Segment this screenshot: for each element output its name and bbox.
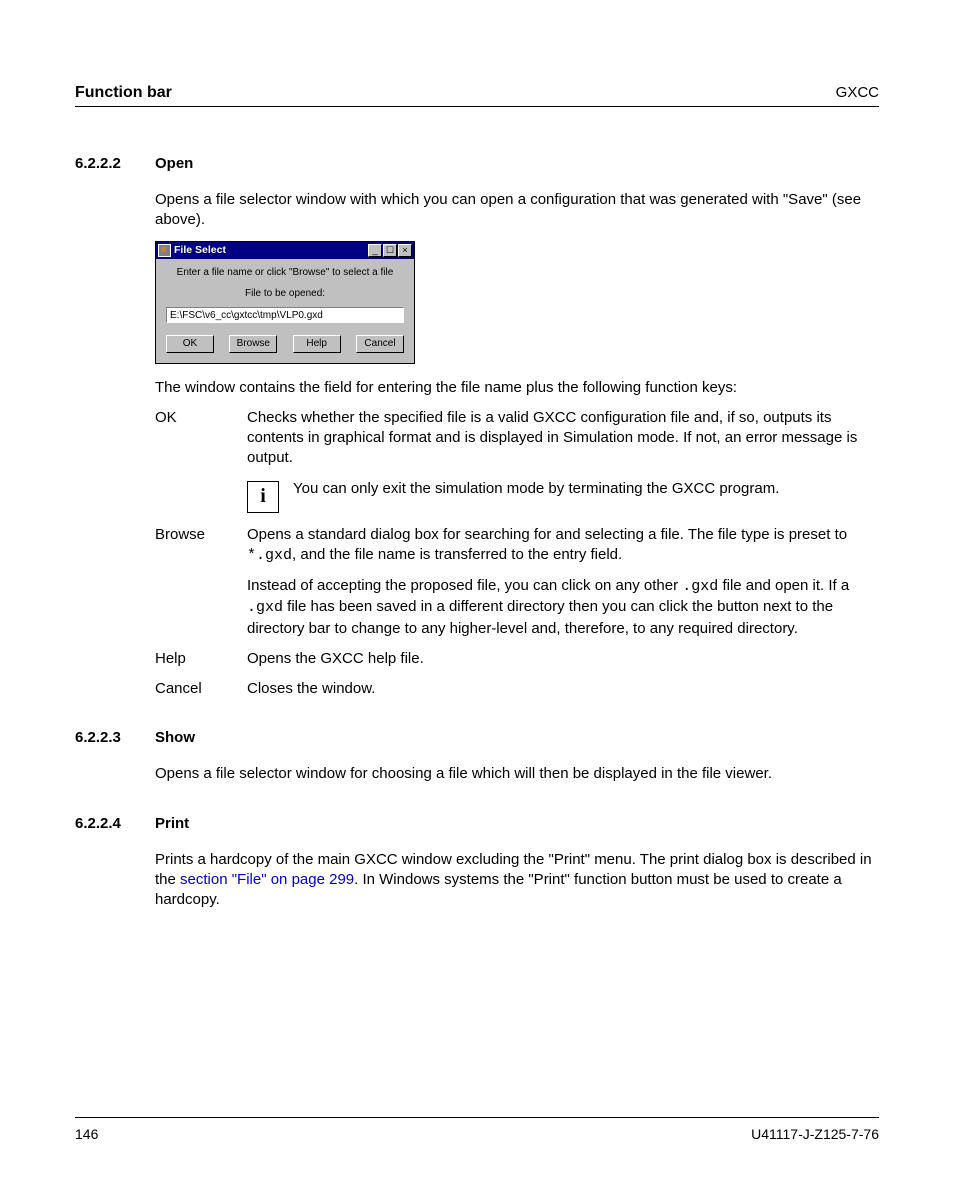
dialog-instruction: Enter a file name or click "Browse" to s… [166, 267, 404, 278]
section-number: 6.2.2.2 [75, 155, 155, 172]
browse-button[interactable]: Browse [229, 335, 277, 353]
dialog-title-icon [158, 244, 171, 257]
dialog-field-label: File to be opened: [166, 288, 404, 299]
after-figure-para: The window contains the field for enteri… [155, 378, 879, 398]
info-note: i You can only exit the simulation mode … [247, 479, 879, 513]
section-title: Show [155, 729, 195, 746]
definition-term: Cancel [155, 679, 247, 699]
code-text: .gxd [682, 578, 718, 595]
section-show: 6.2.2.3 Show Opens a file selector windo… [75, 729, 879, 784]
code-text: .gxd [247, 599, 283, 616]
header-right: GXCC [836, 84, 879, 101]
page-footer: 146 U41117-J-Z125-7-76 [75, 1117, 879, 1142]
maximize-button[interactable]: ☐ [383, 244, 397, 257]
section-open: 6.2.2.2 Open Opens a file selector windo… [75, 155, 879, 699]
text-run: , and the file name is transferred to th… [292, 546, 622, 563]
file-path-input[interactable]: E:\FSC\v6_cc\gxtcc\tmp\VLP0.gxd [166, 307, 404, 323]
section-body: Prints a hardcopy of the main GXCC windo… [155, 850, 879, 911]
ok-button[interactable]: OK [166, 335, 214, 353]
section-intro: Opens a file selector window with which … [155, 190, 879, 231]
text-run: Opens a standard dialog box for searchin… [247, 526, 847, 543]
code-text: *.gxd [247, 547, 292, 564]
definition-body: Closes the window. [247, 679, 879, 699]
definition-body-para2: Instead of accepting the proposed file, … [247, 576, 879, 639]
definition-browse: Browse Opens a standard dialog box for s… [155, 525, 879, 567]
close-button[interactable]: × [398, 244, 412, 257]
dialog-titlebar: File Select _ ☐ × [156, 242, 414, 259]
info-text: You can only exit the simulation mode by… [293, 479, 779, 513]
section-body: Opens a file selector window for choosin… [155, 764, 879, 784]
text-run: file has been saved in a different direc… [247, 598, 833, 636]
dialog-title: File Select [174, 244, 367, 256]
cross-reference-link[interactable]: section "File" on page 299 [180, 871, 354, 888]
section-number: 6.2.2.4 [75, 815, 155, 832]
header-left: Function bar [75, 84, 172, 102]
text-run: file and open it. If a [718, 577, 849, 594]
definition-body: Opens a standard dialog box for searchin… [247, 525, 879, 567]
section-print: 6.2.2.4 Print Prints a hardcopy of the m… [75, 815, 879, 911]
text-run: Instead of accepting the proposed file, … [247, 577, 682, 594]
page-number: 146 [75, 1126, 98, 1142]
definition-body: Checks whether the specified file is a v… [247, 408, 879, 469]
minimize-button[interactable]: _ [368, 244, 382, 257]
document-id: U41117-J-Z125-7-76 [751, 1126, 879, 1142]
definition-term: Browse [155, 525, 247, 567]
page-header: Function bar GXCC [75, 84, 879, 107]
definition-help: Help Opens the GXCC help file. [155, 649, 879, 669]
cancel-button[interactable]: Cancel [356, 335, 404, 353]
definition-term: OK [155, 408, 247, 469]
info-icon: i [247, 481, 279, 513]
definition-cancel: Cancel Closes the window. [155, 679, 879, 699]
file-select-dialog: File Select _ ☐ × Enter a file name or c… [155, 241, 415, 364]
definition-body: Opens the GXCC help file. [247, 649, 879, 669]
section-title: Open [155, 155, 193, 172]
definition-term: Help [155, 649, 247, 669]
section-title: Print [155, 815, 189, 832]
definition-ok: OK Checks whether the specified file is … [155, 408, 879, 469]
section-number: 6.2.2.3 [75, 729, 155, 746]
help-button[interactable]: Help [293, 335, 341, 353]
